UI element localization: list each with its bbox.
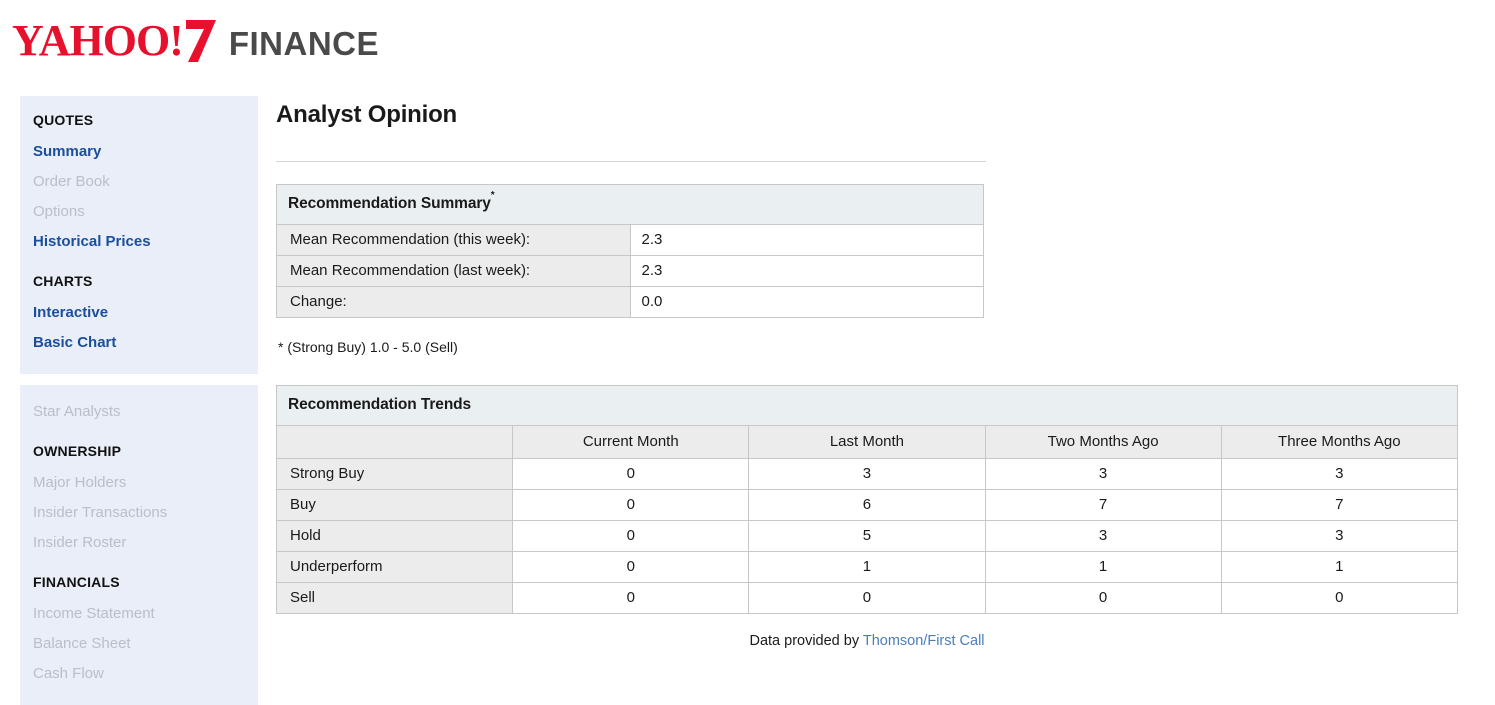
recommendation-trends-table: Recommendation Trends Current Month Last… (276, 385, 1458, 614)
trends-cell: 0 (513, 459, 749, 490)
trends-row-label-buy: Buy (277, 490, 513, 521)
summary-title-asterisk: * (491, 190, 495, 201)
trends-cell: 3 (1221, 521, 1457, 552)
table-row: Strong Buy 0 3 3 3 (277, 459, 1458, 490)
table-row: Hold 0 5 3 3 (277, 521, 1458, 552)
trends-cell: 5 (749, 521, 985, 552)
sidebar-panel-ownership-financials: Star Analysts OWNERSHIP Major Holders In… (20, 385, 258, 705)
table-title-row: Recommendation Trends (277, 386, 1458, 426)
title-divider (276, 161, 986, 162)
trends-cell: 3 (1221, 459, 1457, 490)
table-row: Buy 0 6 7 7 (277, 490, 1458, 521)
sidebar-item-major-holders[interactable]: Major Holders (20, 468, 258, 498)
sidebar-panel-quotes-charts: QUOTES Summary Order Book Options Histor… (20, 96, 258, 374)
trends-row-label-sell: Sell (277, 583, 513, 614)
sidebar-item-insider-roster[interactable]: Insider Roster (20, 528, 258, 558)
sidebar-item-cash-flow[interactable]: Cash Flow (20, 659, 258, 689)
trends-cell: 0 (985, 583, 1221, 614)
site-header: YAHOO! FINANCE (0, 0, 1495, 85)
sidebar-item-order-book[interactable]: Order Book (20, 167, 258, 197)
summary-value-mean-this-week: 2.3 (630, 225, 984, 256)
yahoo-wordmark: YAHOO! (12, 19, 183, 63)
table-header-row: Current Month Last Month Two Months Ago … (277, 426, 1458, 459)
trends-cell: 3 (985, 521, 1221, 552)
main-content: Analyst Opinion Recommendation Summary* … (276, 100, 1466, 650)
sidebar-item-basic-chart[interactable]: Basic Chart (20, 328, 258, 358)
recommendation-summary-title: Recommendation Summary* (277, 185, 984, 225)
yahoo7-seven-icon (184, 19, 218, 63)
table-title-row: Recommendation Summary* (277, 185, 984, 225)
sidebar-item-interactive[interactable]: Interactive (20, 298, 258, 328)
trends-cell: 3 (985, 459, 1221, 490)
table-row: Change: 0.0 (277, 287, 984, 318)
table-row: Underperform 0 1 1 1 (277, 552, 1458, 583)
trends-column-last-month: Last Month (749, 426, 985, 459)
sidebar-item-income-statement[interactable]: Income Statement (20, 599, 258, 629)
sidebar-item-balance-sheet[interactable]: Balance Sheet (20, 629, 258, 659)
sidebar-heading-charts: CHARTS (20, 271, 258, 291)
trends-cell: 0 (513, 552, 749, 583)
trends-cell: 7 (1221, 490, 1457, 521)
table-row: Mean Recommendation (last week): 2.3 (277, 256, 984, 287)
sidebar-item-summary[interactable]: Summary (20, 137, 258, 167)
recommendation-summary-table: Recommendation Summary* Mean Recommendat… (276, 184, 984, 318)
trends-cell: 0 (1221, 583, 1457, 614)
sidebar-item-options[interactable]: Options (20, 197, 258, 227)
trends-cell: 0 (513, 521, 749, 552)
trends-row-label-hold: Hold (277, 521, 513, 552)
sidebar: QUOTES Summary Order Book Options Histor… (20, 96, 258, 705)
summary-value-mean-last-week: 2.3 (630, 256, 984, 287)
thomson-first-call-link[interactable]: Thomson/First Call (863, 633, 985, 649)
summary-label-change: Change: (277, 287, 631, 318)
trends-cell: 7 (985, 490, 1221, 521)
trends-row-label-underperform: Underperform (277, 552, 513, 583)
data-attribution-prefix: Data provided by (749, 633, 862, 649)
trends-corner-header (277, 426, 513, 459)
trends-cell: 1 (749, 552, 985, 583)
trends-cell: 0 (749, 583, 985, 614)
sidebar-heading-ownership: OWNERSHIP (20, 441, 258, 461)
summary-value-change: 0.0 (630, 287, 984, 318)
trends-cell: 3 (749, 459, 985, 490)
trends-cell: 1 (1221, 552, 1457, 583)
summary-footnote: * (Strong Buy) 1.0 - 5.0 (Sell) (278, 338, 1466, 356)
table-row: Sell 0 0 0 0 (277, 583, 1458, 614)
recommendation-summary-title-text: Recommendation Summary (288, 195, 491, 212)
sidebar-heading-financials: FINANCIALS (20, 572, 258, 592)
trends-column-current-month: Current Month (513, 426, 749, 459)
trends-column-two-months-ago: Two Months Ago (985, 426, 1221, 459)
table-row: Mean Recommendation (this week): 2.3 (277, 225, 984, 256)
sidebar-heading-quotes: QUOTES (20, 110, 258, 130)
data-attribution: Data provided by Thomson/First Call (276, 632, 1458, 650)
trends-cell: 0 (513, 583, 749, 614)
finance-wordmark: FINANCE (229, 27, 379, 60)
summary-label-mean-this-week: Mean Recommendation (this week): (277, 225, 631, 256)
trends-row-label-strong-buy: Strong Buy (277, 459, 513, 490)
trends-cell: 6 (749, 490, 985, 521)
sidebar-item-star-analysts[interactable]: Star Analysts (20, 397, 258, 427)
page-title: Analyst Opinion (276, 100, 1466, 130)
trends-cell: 0 (513, 490, 749, 521)
trends-cell: 1 (985, 552, 1221, 583)
sidebar-item-insider-transactions[interactable]: Insider Transactions (20, 498, 258, 528)
recommendation-trends-title: Recommendation Trends (277, 386, 1458, 426)
sidebar-item-historical-prices[interactable]: Historical Prices (20, 227, 258, 257)
trends-column-three-months-ago: Three Months Ago (1221, 426, 1457, 459)
summary-label-mean-last-week: Mean Recommendation (last week): (277, 256, 631, 287)
yahoo-finance-logo[interactable]: YAHOO! FINANCE (12, 18, 379, 64)
